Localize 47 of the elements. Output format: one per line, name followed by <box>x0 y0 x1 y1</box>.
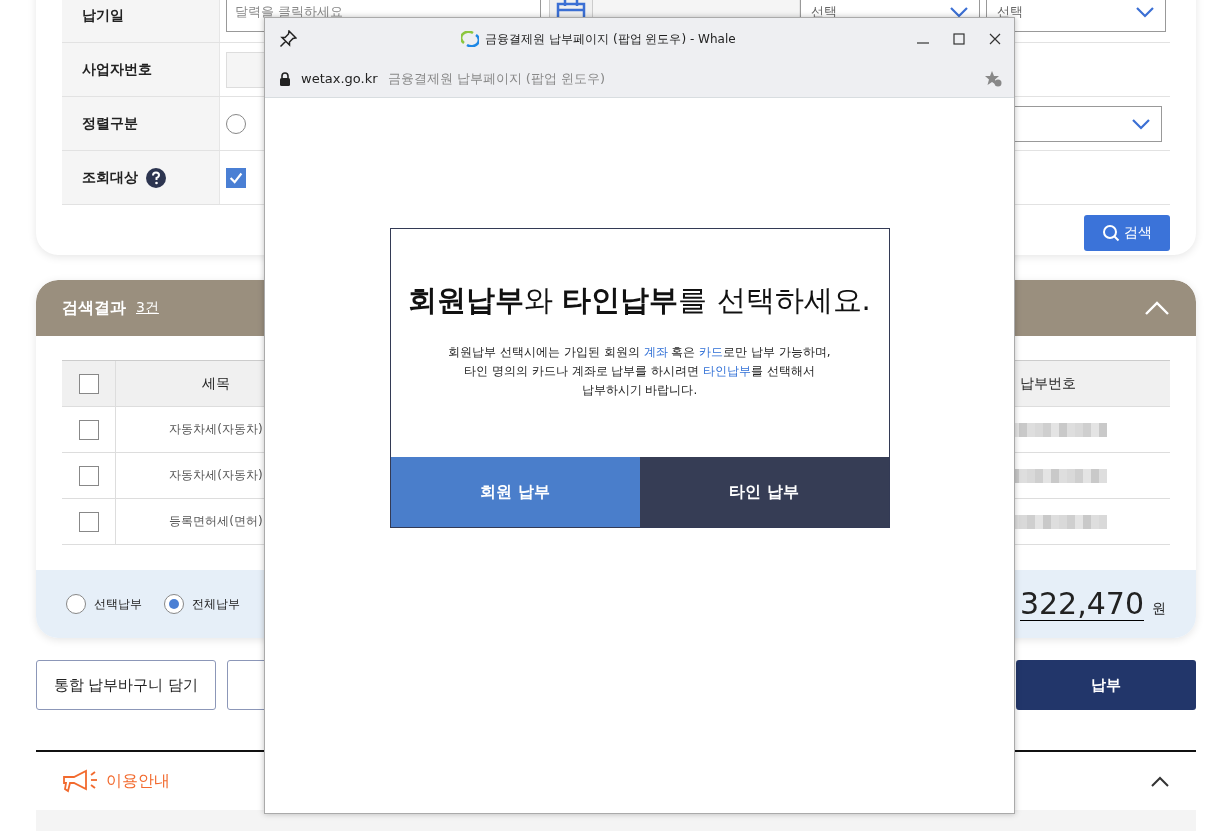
dialog-description: 회원납부 선택시에는 가입된 회원의 계좌 혹은 카드로만 납부 가능하며, 타인 명의의 카드나 계좌로 납부를 하시려면 타인납부를 선택해서 납부하시기 바랍니다. <box>448 344 831 400</box>
help-icon[interactable] <box>146 167 166 188</box>
close-icon[interactable] <box>988 32 1002 46</box>
checkbox[interactable] <box>226 167 246 188</box>
page-title: 금융결제원 납부페이지 (팝업 윈도우) <box>387 69 606 88</box>
search-button[interactable]: 검색 <box>1084 215 1170 251</box>
checkbox[interactable] <box>78 465 99 486</box>
search-icon <box>1102 224 1120 242</box>
column-header: 납부번호 <box>1020 374 1076 393</box>
action-button[interactable]: 통합 납부바구니 담기 <box>36 660 216 710</box>
field-label: 납기일 <box>82 6 124 25</box>
currency-label: 원 <box>1152 600 1166 618</box>
site-logo-icon <box>461 31 480 47</box>
field-label: 조회대상 <box>82 168 138 187</box>
choice-button[interactable]: 회원 납부 <box>390 457 640 527</box>
chevron-down-icon <box>1135 5 1155 18</box>
choice-button[interactable]: 타인 납부 <box>639 457 889 527</box>
option-label: 선택납부 <box>94 595 142 613</box>
results-title: 검색결과 <box>62 297 126 319</box>
checkbox[interactable] <box>78 373 99 394</box>
field-label: 사업자번호 <box>82 60 152 79</box>
guide-title: 이용안내 <box>106 770 170 792</box>
option-label: 전체납부 <box>192 595 240 613</box>
window-title: 금융결제원 납부페이지 (팝업 윈도우) - Whale <box>485 30 736 48</box>
table-cell: 자동차세(자동차) <box>169 421 263 438</box>
radio-button[interactable] <box>66 594 86 614</box>
dialog-heading: 회원납부와 타인납부를 선택하세요. <box>408 282 871 319</box>
table-cell: 자동차세(자동차) <box>169 467 263 484</box>
checkbox[interactable] <box>78 419 99 440</box>
result-count[interactable]: 3건 <box>136 299 159 317</box>
action-button[interactable]: 납부 <box>1016 660 1196 710</box>
chevron-up-icon[interactable] <box>1150 775 1170 787</box>
table-cell: 등록면허세(면허) <box>169 513 263 530</box>
radio-button[interactable] <box>164 594 184 614</box>
chevron-down-icon <box>949 5 969 18</box>
maximize-icon[interactable] <box>952 32 966 46</box>
field-label: 정렬구분 <box>82 114 138 133</box>
total-amount: 322,470 <box>1019 587 1144 621</box>
lock-icon <box>279 71 291 86</box>
chevron-down-icon <box>1131 117 1151 130</box>
star-icon[interactable] <box>984 69 1002 88</box>
megaphone-icon <box>62 769 100 793</box>
column-header: 세목 <box>202 374 230 393</box>
url-text: wetax.go.kr <box>301 71 378 86</box>
checkbox[interactable] <box>78 511 99 532</box>
pin-icon[interactable] <box>279 30 297 48</box>
radio-button[interactable] <box>226 113 246 134</box>
